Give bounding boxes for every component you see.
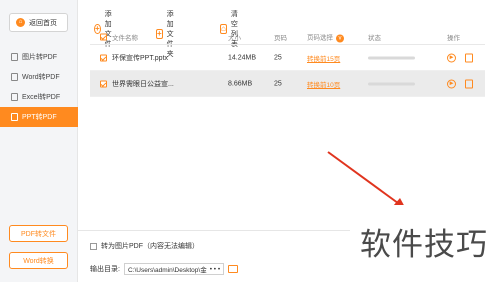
row-checkbox[interactable] xyxy=(100,80,107,87)
sidebar-item-label: Excel转PDF xyxy=(22,94,61,101)
watermark-panel: 软件技巧 xyxy=(350,205,500,282)
sidebar-nav: 图片转PDF Word转PDF Excel转PDF PPT转PDF xyxy=(0,47,78,127)
output-label: 输出目录: xyxy=(90,266,120,273)
play-circle-icon[interactable]: ▶ xyxy=(447,53,456,62)
page-range-link[interactable]: 转换前10页 xyxy=(307,79,340,89)
image-pdf-label: 转为图片PDF（内容无法编辑） xyxy=(101,243,199,250)
output-directory: 输出目录: C:\Users\admin\Desktop\金 • • • xyxy=(90,263,239,275)
table-header: 文件名称 大小 页码 页码选择 v 状态 操作 xyxy=(90,30,485,45)
convert-to-image-option[interactable]: 转为图片PDF（内容无法编辑） xyxy=(90,241,199,251)
file-pages: 25 xyxy=(274,54,282,61)
table-row[interactable]: 环保宣传PPT.pptx 14.24MB 25 转换前15页 ▶ xyxy=(90,45,485,71)
header-status: 状态 xyxy=(368,35,381,42)
file-size: 14.24MB xyxy=(228,54,257,61)
header-range-label: 页码选择 xyxy=(307,34,333,42)
file-name: 世界需眼日公益宣... xyxy=(112,80,174,88)
sidebar-item-excel-to-pdf[interactable]: Excel转PDF xyxy=(0,87,78,107)
file-table: 文件名称 大小 页码 页码选择 v 状态 操作 环保宣传PPT.pptx 14.2… xyxy=(90,30,485,97)
word-file-icon xyxy=(11,73,18,81)
sidebar: ⌂ 返回首页 图片转PDF Word转PDF Excel转PDF PPT转PDF… xyxy=(0,0,78,282)
browse-more-button[interactable]: • • • xyxy=(210,266,220,273)
file-pages: 25 xyxy=(274,80,282,87)
trash-icon[interactable] xyxy=(465,79,473,88)
trash-icon[interactable] xyxy=(465,53,473,62)
progress-bar xyxy=(368,56,415,59)
output-path-value: C:\Users\admin\Desktop\金 xyxy=(127,267,207,274)
image-file-icon xyxy=(11,53,18,61)
range-dropdown-icon[interactable]: v xyxy=(336,34,344,43)
header-action: 操作 xyxy=(447,35,460,42)
row-checkbox[interactable] xyxy=(100,54,107,61)
back-home-button[interactable]: ⌂ 返回首页 xyxy=(9,13,68,32)
play-circle-icon[interactable]: ▶ xyxy=(447,79,456,88)
sidebar-item-label: Word转PDF xyxy=(22,74,60,81)
pdf-to-file-label: PDF转文件 xyxy=(21,230,56,238)
sidebar-item-label: PPT转PDF xyxy=(22,114,57,121)
file-name: 环保宣传PPT.pptx xyxy=(112,54,169,62)
home-icon: ⌂ xyxy=(16,18,25,27)
image-pdf-checkbox[interactable] xyxy=(90,242,97,250)
pdf-to-file-button[interactable]: PDF转文件 xyxy=(9,225,68,242)
word-convert-label: Word转换 xyxy=(23,257,54,265)
file-size: 8.66MB xyxy=(228,80,253,87)
select-all-checkbox[interactable] xyxy=(100,33,107,41)
header-name: 文件名称 xyxy=(112,35,138,42)
header-size: 大小 xyxy=(228,35,241,42)
sidebar-item-label: 图片转PDF xyxy=(22,54,57,61)
table-row[interactable]: 世界需眼日公益宣... 8.66MB 25 转换前10页 ▶ xyxy=(90,71,485,97)
header-pages: 页码 xyxy=(274,35,287,42)
watermark-text: 软件技巧 xyxy=(360,227,488,263)
progress-bar xyxy=(368,82,415,85)
folder-icon[interactable] xyxy=(228,265,239,273)
sidebar-item-image-to-pdf[interactable]: 图片转PDF xyxy=(0,47,78,67)
sidebar-item-ppt-to-pdf[interactable]: PPT转PDF xyxy=(0,107,78,127)
page-range-link[interactable]: 转换前15页 xyxy=(307,53,340,63)
output-path-field[interactable]: C:\Users\admin\Desktop\金 • • • xyxy=(123,263,225,275)
word-convert-button[interactable]: Word转换 xyxy=(9,252,68,269)
sidebar-item-word-to-pdf[interactable]: Word转PDF xyxy=(0,67,78,87)
ppt-file-icon xyxy=(11,113,18,121)
header-range: 页码选择 v xyxy=(307,32,344,43)
excel-file-icon xyxy=(11,93,18,101)
back-home-label: 返回首页 xyxy=(29,19,57,27)
